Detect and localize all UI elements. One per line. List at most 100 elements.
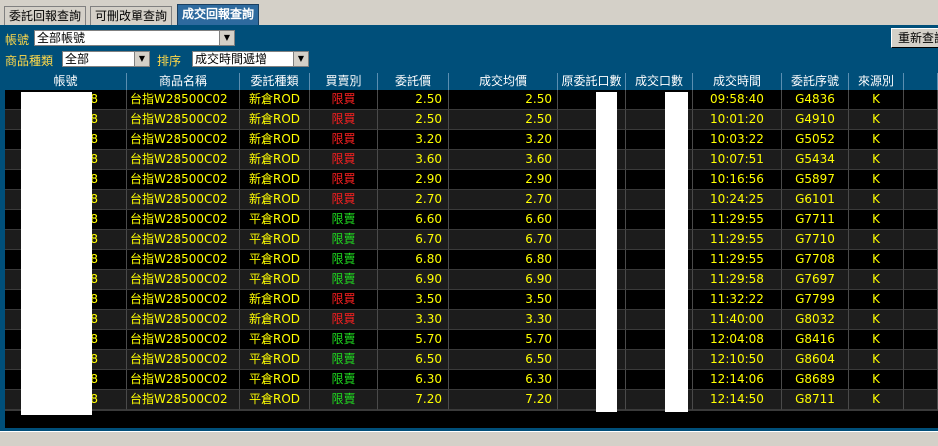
table-row[interactable]: 8 台指W28500C02 新倉ROD 限買 3.30 3.30 11:40:00 G8032…	[5, 310, 938, 330]
cell-avg-price: 6.30	[449, 370, 558, 390]
cell-avg-price: 2.70	[449, 190, 558, 210]
column-header-filled-qty[interactable]: 成交口數	[626, 73, 693, 90]
table-row[interactable]: 8 台指W28500C02 平倉ROD 限賣 6.80 6.80 11:29:55 G7708…	[5, 250, 938, 270]
table-row[interactable]: 8 台指W28500C02 平倉ROD 限賣 6.70 6.70 11:29:55 G7710…	[5, 230, 938, 250]
cell-product: 台指W28500C02	[127, 250, 240, 270]
cell-avg-price: 6.70	[449, 230, 558, 250]
column-header-avg-price[interactable]: 成交均價	[449, 73, 558, 90]
cell-order-seq: G5897	[782, 170, 849, 190]
cell-source: K	[849, 250, 904, 270]
table-row[interactable]: 8 台指W28500C02 平倉ROD 限賣 6.30 6.30 12:14:06 G8689…	[5, 370, 938, 390]
cell-source: K	[849, 270, 904, 290]
cell-order-type: 平倉ROD	[240, 270, 310, 290]
column-header-orig-qty[interactable]: 原委託口數	[558, 73, 626, 90]
table-row[interactable]: 8 台指W28500C02 新倉ROD 限買 2.50 2.50 09:58:40 G4836…	[5, 90, 938, 110]
account-label: 帳號	[5, 33, 30, 47]
column-header-order-type[interactable]: 委託種類	[240, 73, 310, 90]
cell-order-seq: G5052	[782, 130, 849, 150]
cell-order-type: 新倉ROD	[240, 310, 310, 330]
cell-spacer	[904, 270, 938, 290]
table-row[interactable]: 8 台指W28500C02 新倉ROD 限買 2.70 2.70 10:24:25 G6101…	[5, 190, 938, 210]
table-row[interactable]: 8 台指W28500C02 平倉ROD 限賣 5.70 5.70 12:04:08 G8416…	[5, 330, 938, 350]
product-type-select[interactable]: 全部 ▼	[62, 51, 150, 67]
table-row[interactable]: 8 台指W28500C02 平倉ROD 限賣 6.50 6.50 12:10:50 G8604…	[5, 350, 938, 370]
redaction-account	[21, 92, 92, 415]
tab-order-report[interactable]: 委託回報查詢	[4, 6, 87, 25]
refresh-button[interactable]: 重新查詢	[891, 28, 938, 48]
chevron-down-icon[interactable]: ▼	[219, 31, 234, 45]
cell-trade-time: 12:14:06	[693, 370, 782, 390]
cell-avg-price: 7.20	[449, 390, 558, 410]
cell-order-seq: G8032	[782, 310, 849, 330]
cell-side: 限賣	[310, 350, 378, 370]
table-row[interactable]: 8 台指W28500C02 新倉ROD 限買 3.60 3.60 10:07:51 G5434…	[5, 150, 938, 170]
cell-trade-time: 12:04:08	[693, 330, 782, 350]
cell-trade-time: 10:24:25	[693, 190, 782, 210]
table-row[interactable]: 8 台指W28500C02 平倉ROD 限賣 6.60 6.60 11:29:55 G7711…	[5, 210, 938, 230]
column-header-trade-time[interactable]: 成交時間	[693, 73, 782, 90]
cell-product: 台指W28500C02	[127, 370, 240, 390]
tab-cancel-modify[interactable]: 可刪改單查詢	[90, 6, 173, 25]
cell-trade-time: 12:14:50	[693, 390, 782, 410]
cell-order-seq: G7708	[782, 250, 849, 270]
cell-spacer	[904, 310, 938, 330]
cell-source: K	[849, 150, 904, 170]
column-header-account[interactable]: 帳號	[5, 73, 127, 90]
account-select[interactable]: 全部帳號 ▼	[34, 30, 235, 46]
status-bar	[0, 431, 938, 446]
tab-trade-report[interactable]: 成交回報查詢	[177, 4, 260, 26]
cell-trade-time: 11:29:55	[693, 210, 782, 230]
cell-spacer	[904, 110, 938, 130]
cell-order-type: 新倉ROD	[240, 130, 310, 150]
cell-product: 台指W28500C02	[127, 310, 240, 330]
cell-avg-price: 3.20	[449, 130, 558, 150]
table-row[interactable]: 8 台指W28500C02 平倉ROD 限賣 7.20 7.20 12:14:50 G8711…	[5, 390, 938, 410]
cell-source: K	[849, 390, 904, 410]
product-type-select-value: 全部	[65, 52, 90, 66]
table-row[interactable]: 8 台指W28500C02 新倉ROD 限買 3.20 3.20 10:03:22 G5052…	[5, 130, 938, 150]
cell-side: 限買	[310, 130, 378, 150]
table-row[interactable]: 8 台指W28500C02 新倉ROD 限買 3.50 3.50 11:32:22 G7799…	[5, 290, 938, 310]
column-header-side[interactable]: 買賣別	[310, 73, 378, 90]
cell-order-seq: G8711	[782, 390, 849, 410]
chevron-down-icon[interactable]: ▼	[134, 52, 149, 66]
cell-trade-time: 11:29:55	[693, 250, 782, 270]
column-header-spacer	[904, 73, 938, 90]
column-header-order-price[interactable]: 委託價	[378, 73, 449, 90]
cell-trade-time: 12:10:50	[693, 350, 782, 370]
cell-order-type: 新倉ROD	[240, 290, 310, 310]
cell-avg-price: 6.80	[449, 250, 558, 270]
cell-order-seq: G4910	[782, 110, 849, 130]
cell-trade-time: 11:29:55	[693, 230, 782, 250]
sort-select[interactable]: 成交時間遞增 ▼	[192, 51, 309, 67]
cell-order-price: 6.30	[378, 370, 449, 390]
sort-select-value: 成交時間遞增	[195, 52, 268, 66]
cell-order-seq: G8416	[782, 330, 849, 350]
cell-order-price: 3.30	[378, 310, 449, 330]
cell-avg-price: 2.50	[449, 90, 558, 110]
cell-spacer	[904, 230, 938, 250]
cell-order-price: 2.90	[378, 170, 449, 190]
table-row[interactable]: 8 台指W28500C02 平倉ROD 限賣 6.90 6.90 11:29:58 G7697…	[5, 270, 938, 290]
cell-order-type: 新倉ROD	[240, 90, 310, 110]
cell-order-seq: G7799	[782, 290, 849, 310]
column-header-order-seq[interactable]: 委託序號	[782, 73, 849, 90]
cell-spacer	[904, 330, 938, 350]
column-header-product[interactable]: 商品名稱	[127, 73, 240, 90]
cell-trade-time: 11:32:22	[693, 290, 782, 310]
cell-spacer	[904, 170, 938, 190]
cell-order-price: 6.70	[378, 230, 449, 250]
redaction-orig-qty	[596, 92, 617, 412]
cell-product: 台指W28500C02	[127, 270, 240, 290]
cell-order-price: 6.50	[378, 350, 449, 370]
cell-order-seq: G6101	[782, 190, 849, 210]
table-row[interactable]: 8 台指W28500C02 新倉ROD 限買 2.90 2.90 10:16:56 G5897…	[5, 170, 938, 190]
cell-source: K	[849, 290, 904, 310]
cell-side: 限賣	[310, 250, 378, 270]
chevron-down-icon[interactable]: ▼	[293, 52, 308, 66]
column-header-source[interactable]: 來源別	[849, 73, 904, 90]
table-row[interactable]: 8 台指W28500C02 新倉ROD 限買 2.50 2.50 10:01:20 G4910…	[5, 110, 938, 130]
cell-order-type: 新倉ROD	[240, 110, 310, 130]
cell-source: K	[849, 370, 904, 390]
cell-avg-price: 6.50	[449, 350, 558, 370]
